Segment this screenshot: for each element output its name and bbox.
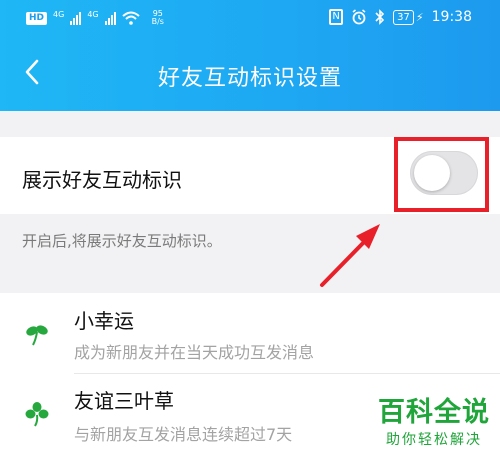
item-title: 小幸运: [74, 309, 134, 333]
status-right: N 37 ⚡ 19:38: [329, 9, 472, 25]
battery-level: 37: [397, 11, 410, 23]
status-left: HD 4G 4G 95 B/s: [26, 10, 164, 26]
signal-2-label: 4G: [87, 10, 99, 19]
item-desc: 与新朋友互发消息连续超过7天: [74, 425, 293, 444]
signal-bars-2-icon: [104, 11, 116, 25]
app-header: HD 4G 4G 95 B/s N 37 ⚡ 19:38 好友互动标识设置: [0, 0, 500, 111]
three-leaf-clover-icon: [25, 402, 49, 427]
net-speed: 95 B/s: [152, 10, 164, 26]
signal-bars-1-icon: [70, 11, 82, 25]
clock-time: 19:38: [431, 9, 472, 25]
watermark-sub: 助你轻松解决: [386, 432, 482, 448]
bluetooth-icon: [375, 9, 385, 25]
net-speed-unit: B/s: [151, 17, 164, 26]
setting-hint: 开启后,将展示好友互动标识。: [22, 232, 222, 250]
hd-badge: HD: [26, 11, 48, 25]
alarm-icon: [352, 9, 366, 25]
nav-bar: 好友互动标识设置: [0, 40, 500, 111]
wifi-icon: [121, 11, 140, 25]
divider: [74, 373, 500, 374]
status-bar: HD 4G 4G 95 B/s N 37 ⚡ 19:38: [0, 0, 500, 40]
page-title: 好友互动标识设置: [157, 66, 342, 91]
signal-1-label: 4G: [53, 10, 65, 19]
item-desc: 成为新朋友并在当天成功互发消息: [74, 343, 315, 362]
two-leaf-sprout-icon: [26, 325, 48, 346]
watermark-main: 百科全说: [378, 397, 490, 428]
item-title: 友谊三叶草: [74, 389, 174, 413]
setting-label: 展示好友互动标识: [22, 168, 182, 192]
charging-icon: ⚡: [415, 10, 424, 24]
red-highlight-box: [394, 137, 489, 212]
nfc-icon: N: [329, 9, 344, 25]
watermark-logo: 百科全说 助你轻松解决: [372, 397, 496, 449]
battery-icon: 37: [393, 9, 414, 25]
